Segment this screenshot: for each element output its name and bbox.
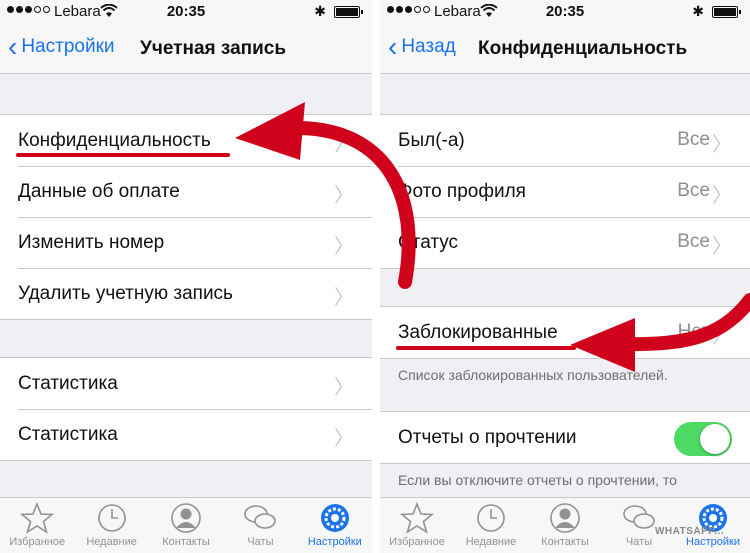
tab-label: Недавние xyxy=(465,536,517,548)
tab-favorites[interactable]: Избранное xyxy=(0,498,74,553)
tab-label: Настройки xyxy=(686,536,740,548)
list-item-label: Удалить учетную запись xyxy=(18,282,233,304)
status-bar: Lebara 20:35 ✱ xyxy=(380,0,750,26)
contact-icon xyxy=(550,503,580,533)
tab-label: Избранное xyxy=(9,536,66,548)
bluetooth-icon: ✱ xyxy=(314,3,326,19)
left-screen: Lebara 20:35 ✱ ‹ Настройки Учетная запис… xyxy=(0,0,372,553)
list-item-payment[interactable]: Данные об оплате 〉 xyxy=(0,166,372,217)
privacy-visibility-group: Был(-а) Все 〉 Фото профиля Все 〉 Статус … xyxy=(380,114,750,269)
bluetooth-icon: ✱ xyxy=(692,3,704,19)
read-receipts-footnote: Если вы отключите отчеты о прочтении, то xyxy=(398,472,677,488)
back-label: Назад xyxy=(401,36,456,57)
tab-chats[interactable]: Чаты xyxy=(223,498,297,553)
tab-contacts[interactable]: Контакты xyxy=(528,498,602,553)
back-button[interactable]: ‹ Настройки xyxy=(8,31,115,62)
toggle-knob xyxy=(700,424,730,454)
chevron-right-icon: 〉 xyxy=(334,185,354,207)
battery-icon xyxy=(334,6,363,18)
tab-label: Избранное xyxy=(389,536,445,548)
read-receipts-group: Отчеты о прочтении xyxy=(380,411,750,464)
read-receipts-toggle[interactable] xyxy=(674,422,732,456)
back-label: Настройки xyxy=(21,36,115,57)
tab-label: Чаты xyxy=(247,536,274,548)
list-item-change-number[interactable]: Изменить номер 〉 xyxy=(0,217,372,268)
list-item-label: Изменить номер xyxy=(18,231,165,253)
gear-icon xyxy=(320,504,349,532)
tab-contacts[interactable]: Контакты xyxy=(149,498,223,553)
tab-label: Настройки xyxy=(307,536,362,548)
account-settings-group: Конфиденциальность 〉 Данные об оплате 〉 … xyxy=(0,114,372,320)
list-item-label: Был(-а) xyxy=(398,129,465,151)
list-item-value: Все xyxy=(677,180,710,201)
list-item-label: Статистика xyxy=(18,372,118,394)
list-item-label: Конфиденциальность xyxy=(18,129,211,151)
chevron-right-icon: 〉 xyxy=(334,377,354,399)
nav-bar: ‹ Назад Конфиденциальность xyxy=(380,26,750,74)
list-item-label: Данные об оплате xyxy=(18,180,180,202)
list-item-statistics[interactable]: Статистика 〉 xyxy=(0,358,372,409)
clock-icon xyxy=(97,504,126,532)
list-item-label: Отчеты о прочтении xyxy=(398,426,577,448)
annotation-underline xyxy=(396,346,576,350)
chevron-left-icon: ‹ xyxy=(388,31,398,62)
tab-label: Контакты xyxy=(541,536,589,548)
list-item-label: Статус xyxy=(398,231,459,253)
tab-favorites[interactable]: Избранное xyxy=(380,498,454,553)
chevron-right-icon: 〉 xyxy=(712,236,732,258)
chevron-right-icon: 〉 xyxy=(712,326,732,348)
annotation-underline xyxy=(16,153,230,157)
tab-bar: Избранное Недавние Контакты Чаты Настрой… xyxy=(0,497,372,553)
page-title: Конфиденциальность xyxy=(478,38,688,59)
contact-icon xyxy=(171,503,201,533)
chat-bubbles-icon xyxy=(623,505,655,529)
list-item-value: Нет xyxy=(677,321,710,342)
right-screen: Lebara 20:35 ✱ ‹ Назад Конфиденциальност… xyxy=(380,0,750,553)
blocked-group: Заблокированные Нет 〉 xyxy=(380,306,750,359)
battery-icon xyxy=(712,6,741,18)
list-item-profile-photo[interactable]: Фото профиля Все 〉 xyxy=(380,166,750,217)
tab-label: Чаты xyxy=(625,536,653,548)
chevron-right-icon: 〉 xyxy=(712,185,732,207)
screen-divider xyxy=(372,0,380,553)
blocked-footnote: Список заблокированных пользователей. xyxy=(398,367,668,383)
star-icon xyxy=(20,502,55,534)
list-item-label: Статистика xyxy=(18,423,118,445)
tab-label: Недавние xyxy=(86,536,137,548)
chevron-right-icon: 〉 xyxy=(334,134,354,156)
chevron-right-icon: 〉 xyxy=(334,428,354,450)
list-item-read-receipts: Отчеты о прочтении xyxy=(380,412,750,463)
list-item-statistics[interactable]: Статистика 〉 xyxy=(0,409,372,460)
chevron-right-icon: 〉 xyxy=(334,236,354,258)
chevron-right-icon: 〉 xyxy=(712,134,732,156)
list-item-blocked[interactable]: Заблокированные Нет 〉 xyxy=(380,307,750,358)
chevron-left-icon: ‹ xyxy=(8,31,18,62)
nav-bar: ‹ Настройки Учетная запись xyxy=(0,26,372,74)
list-item-delete-account[interactable]: Удалить учетную запись 〉 xyxy=(0,268,372,319)
back-button[interactable]: ‹ Назад xyxy=(388,31,456,62)
page-title: Учетная запись xyxy=(140,38,287,59)
list-item-value: Все xyxy=(677,231,710,252)
statistics-group: Статистика 〉 Статистика 〉 xyxy=(0,357,372,461)
tab-bar: Избранное Недавние Контакты Чаты Настрой… xyxy=(380,497,750,553)
watermark: WHATSAPP... xyxy=(654,526,724,537)
chevron-right-icon: 〉 xyxy=(334,287,354,309)
tab-settings[interactable]: Настройки xyxy=(298,498,372,553)
list-item-value: Все xyxy=(677,129,710,150)
list-item-label: Фото профиля xyxy=(398,180,526,202)
list-item-last-seen[interactable]: Был(-а) Все 〉 xyxy=(380,115,750,166)
tab-recents[interactable]: Недавние xyxy=(74,498,148,553)
clock-icon xyxy=(477,504,505,532)
tab-label: Контакты xyxy=(162,536,210,548)
chat-bubbles-icon xyxy=(244,505,277,529)
list-item-status[interactable]: Статус Все 〉 xyxy=(380,217,750,268)
list-item-privacy[interactable]: Конфиденциальность 〉 xyxy=(0,115,372,166)
star-icon xyxy=(400,502,434,534)
tab-recents[interactable]: Недавние xyxy=(454,498,528,553)
list-item-label: Заблокированные xyxy=(398,321,558,343)
status-bar: Lebara 20:35 ✱ xyxy=(0,0,372,26)
